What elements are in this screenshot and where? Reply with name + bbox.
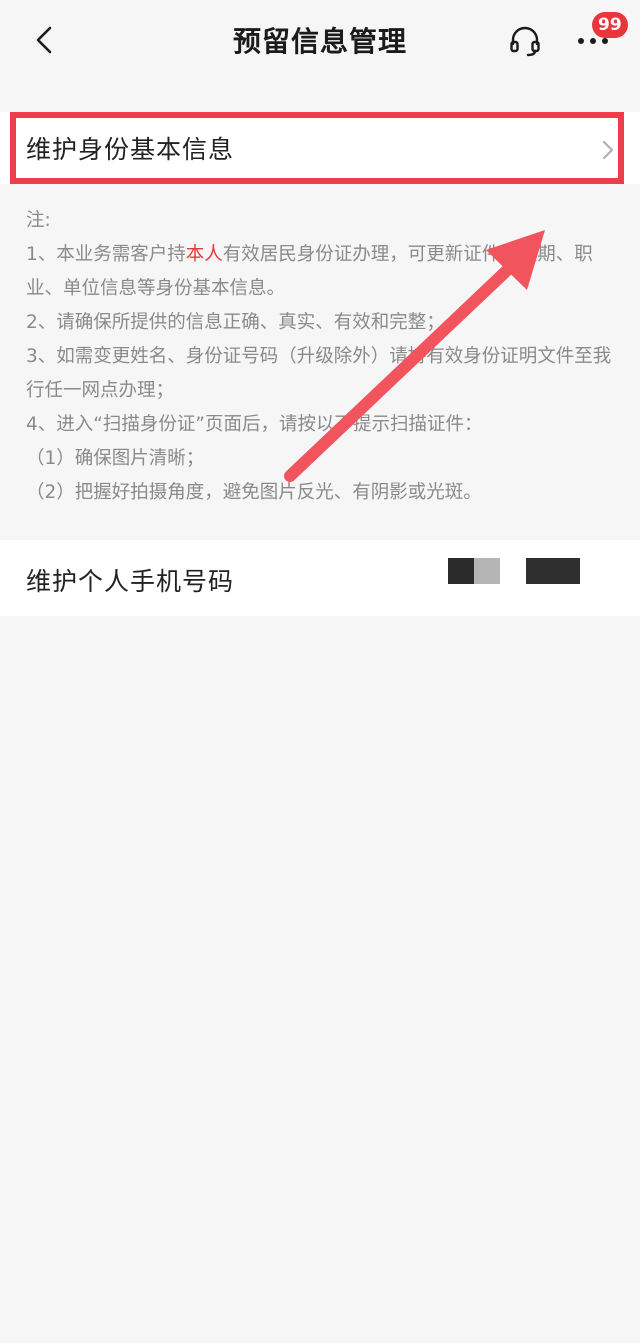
note-item-2: 2、请确保所提供的信息正确、真实、有效和完整； [26,312,445,333]
note-item-4-1: （1）确保图片清晰； [26,448,205,469]
header-bar: 预留信息管理 99 [0,0,640,80]
note-item-1-emphasis: 本人 [185,244,223,265]
note-item-4-2: （2）把握好拍摄角度，避免图片反光、有阴影或光斑。 [26,482,482,503]
maintain-phone-label: 维护个人手机号码 [26,567,235,596]
notification-badge: 99 [592,12,628,38]
annotation-arrow [284,230,545,482]
notes-section: 注: 1、本业务需客户持本人有效居民身份证办理，可更新证件有效期、职业、单位信息… [26,204,622,510]
note-item-1: 1、本业务需客户持本人有效居民身份证办理，可更新证件有效期、职业、单位信息等身份… [26,238,622,306]
redaction-block [448,558,474,584]
redaction-block [474,558,500,584]
notes-heading: 注: [26,210,51,231]
headset-icon [510,26,540,57]
note-item-1-pre: 1、本业务需客户持 [26,244,186,265]
page: 预留信息管理 99 维护身份基本信息 注: 1、本业务需客户持本人有效居民身份证… [0,0,640,1343]
maintain-identity-label: 维护身份基本信息 [26,135,235,164]
support-button[interactable] [504,20,546,62]
note-item-3: 3、如需变更姓名、身份证号码（升级除外）请持有效身份证明文件至我行任一网点办理； [26,346,612,401]
note-item-4: 4、进入“扫描身份证”页面后，请按以下提示扫描证件： [26,414,483,435]
maintain-identity-row[interactable]: 维护身份基本信息 [0,112,640,184]
chevron-right-icon [602,140,614,160]
redaction-block [526,558,580,584]
